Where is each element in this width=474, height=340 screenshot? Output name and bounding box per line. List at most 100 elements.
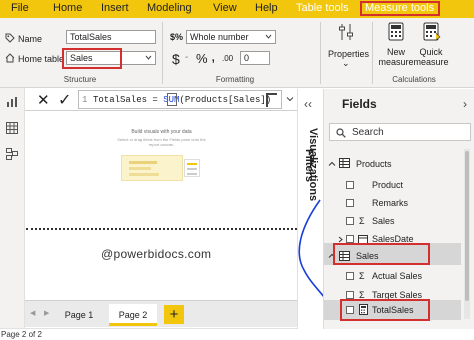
- sigma-icon: Σ: [359, 216, 365, 226]
- currency-button[interactable]: $: [172, 51, 180, 67]
- report-view-icon[interactable]: [6, 96, 18, 108]
- table-icon: [339, 158, 350, 168]
- home-table-highlight: [62, 48, 122, 69]
- add-page-button[interactable]: +: [164, 305, 184, 324]
- formula-args: (Products[Sales]): [179, 95, 272, 105]
- properties-icon: [338, 23, 354, 41]
- placeholder-bar: [129, 173, 159, 176]
- cancel-button[interactable]: ✕: [37, 91, 50, 109]
- percent-button[interactable]: %: [196, 51, 208, 66]
- visualizations-label: Visualizations: [307, 128, 319, 202]
- tab-home[interactable]: Home: [53, 2, 82, 14]
- field-list-placeholder: [184, 159, 200, 177]
- table-products[interactable]: Products: [356, 159, 392, 169]
- commit-button[interactable]: ✓: [58, 90, 71, 110]
- tab-modeling[interactable]: Modeling: [147, 2, 192, 14]
- field-checkbox[interactable]: [346, 235, 354, 243]
- format-icon: $%: [170, 32, 184, 42]
- field-remarks[interactable]: Remarks: [372, 198, 408, 208]
- chevron-right-icon[interactable]: [337, 236, 344, 243]
- home-icon: [5, 53, 15, 63]
- placeholder-line: [187, 168, 197, 170]
- group-divider: [162, 22, 163, 84]
- formula-input[interactable]: 1 TotalSales = SUM(Products[Sales]): [78, 90, 282, 109]
- placeholder-bar: [129, 167, 151, 170]
- collapse-fields-button[interactable]: ›: [463, 97, 467, 111]
- field-checkbox[interactable]: [346, 199, 354, 207]
- format-select[interactable]: Whole number: [186, 30, 276, 44]
- sales-table-highlight: [333, 243, 430, 265]
- report-canvas[interactable]: Build visuals with your data Select or d…: [26, 112, 297, 298]
- chevron-down-icon[interactable]: [286, 95, 294, 103]
- quick-measure-button[interactable]: Quick measure: [413, 20, 449, 72]
- name-label: Name: [18, 34, 43, 44]
- page-boundary: [26, 228, 297, 230]
- add-icon: +: [169, 306, 179, 323]
- tag-icon: [5, 33, 15, 43]
- tab-insert[interactable]: Insert: [101, 2, 129, 14]
- placeholder-line: [187, 163, 197, 165]
- tab-file[interactable]: File: [11, 2, 29, 14]
- field-checkbox[interactable]: [346, 217, 354, 225]
- chevron-down-icon: [265, 33, 272, 40]
- fields-title: Fields: [342, 97, 377, 111]
- home-table-label: Home table: [18, 54, 65, 64]
- name-field[interactable]: TotalSales: [66, 30, 156, 44]
- prev-page-button[interactable]: ◀: [30, 309, 35, 317]
- structure-group-label: Structure: [63, 75, 97, 84]
- tab-help[interactable]: Help: [255, 2, 278, 14]
- decimals-value: 0: [244, 53, 250, 63]
- field-actual-sales[interactable]: Actual Sales: [372, 271, 422, 281]
- scrollbar[interactable]: [464, 149, 470, 319]
- field-product[interactable]: Product: [372, 180, 403, 190]
- build-visuals-hint: Select or drag fields from the Fields pa…: [117, 137, 206, 147]
- build-visuals-title: Build visuals with your data: [131, 129, 192, 135]
- currency-dropdown[interactable]: -: [185, 52, 188, 63]
- tab-view[interactable]: View: [213, 2, 237, 14]
- expand-formula-icon[interactable]: [266, 93, 277, 107]
- properties-button[interactable]: Properties ⌄: [325, 20, 369, 74]
- model-view-icon[interactable]: [6, 148, 18, 160]
- format-value: Whole number: [190, 32, 249, 42]
- field-checkbox[interactable]: [346, 272, 354, 280]
- field-sales[interactable]: Sales: [372, 216, 395, 226]
- data-view-icon[interactable]: [6, 122, 18, 134]
- placeholder-bar: [129, 161, 157, 164]
- scrollbar-thumb[interactable]: [465, 151, 469, 301]
- collapse-visualizations-button[interactable]: ‹: [308, 97, 312, 111]
- tab-table-tools[interactable]: Table tools: [296, 2, 349, 14]
- measure-tools-highlight: [360, 1, 440, 16]
- new-measure-label: New measure: [378, 47, 414, 67]
- tab-page-1[interactable]: Page 1: [57, 304, 101, 326]
- decimals-stepper[interactable]: 0: [240, 51, 270, 65]
- comma-button[interactable]: ,: [211, 48, 215, 66]
- search-placeholder: Search: [352, 127, 384, 138]
- name-value: TotalSales: [70, 32, 112, 42]
- field-checkbox[interactable]: [346, 181, 354, 189]
- sigma-icon: Σ: [359, 271, 365, 281]
- calculator-icon: [388, 22, 404, 41]
- group-divider: [320, 22, 321, 84]
- view-rail: [0, 88, 25, 328]
- chevron-down-icon: [145, 54, 152, 61]
- totalsales-highlight: [340, 299, 430, 321]
- new-measure-button[interactable]: New measure: [378, 20, 414, 72]
- page-1-label: Page 1: [64, 310, 94, 320]
- status-bar: Page 2 of 2: [0, 328, 474, 340]
- decimals-icon: .00: [222, 54, 234, 63]
- field-checkbox[interactable]: [346, 291, 354, 299]
- ribbon-tab-bar: File Home Insert Modeling View Help Tabl…: [0, 0, 474, 18]
- fields-pane: Fields › Search Products Product Remarks…: [323, 89, 474, 329]
- cursor-bracket: [167, 93, 177, 106]
- search-icon: [336, 128, 346, 138]
- search-input[interactable]: Search: [329, 123, 471, 141]
- formatting-group-label: Formatting: [215, 75, 255, 84]
- chevron-up-icon[interactable]: [328, 160, 336, 168]
- next-page-button[interactable]: ▶: [44, 309, 49, 317]
- group-divider: [372, 22, 373, 84]
- tab-page-2[interactable]: Page 2: [109, 304, 157, 326]
- formula-bar: ✕ ✓ 1 TotalSales = SUM(Products[Sales]): [25, 89, 297, 111]
- chevron-down-icon: ⌄: [342, 58, 350, 68]
- watermark: @powerbidocs.com: [101, 247, 212, 261]
- page-tabs: ◀ ▶ Page 1 Page 2 +: [25, 300, 297, 327]
